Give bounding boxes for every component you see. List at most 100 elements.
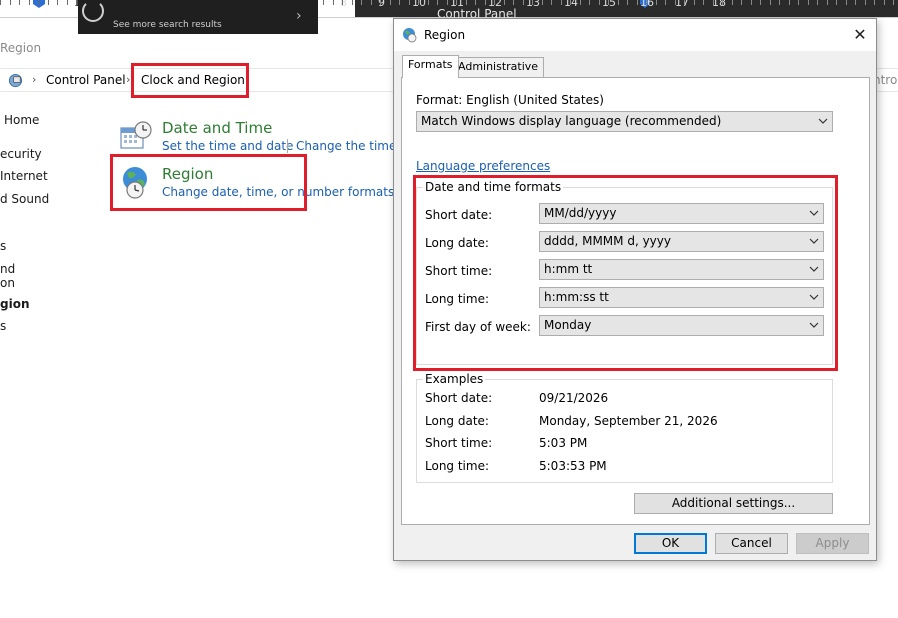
example-long-time-value: 5:03:53 PM [539,459,607,473]
ruler-tick [779,0,780,5]
ruler-tick [504,0,505,5]
ruler-tick [874,0,875,5]
breadcrumb-chevron-icon: › [126,73,131,86]
ruler-tick [893,0,894,5]
highlight-breadcrumb [131,63,249,98]
ruler-tick [798,0,799,5]
ruler-tick [361,0,362,5]
ruler-tick [0,0,1,5]
ruler-tick [741,0,742,5]
format-select-value: Match Windows display language (recommen… [421,114,722,128]
cancel-button[interactable]: Cancel [715,533,788,554]
chevron-right-icon[interactable]: › [296,8,302,24]
chevron-down-icon [818,118,828,124]
example-short-date-value: 09/21/2026 [539,391,609,405]
sidebar-item[interactable]: s [0,319,6,333]
ruler-tick [48,0,49,5]
window-title: Region [0,41,42,55]
ruler-tick [399,0,400,5]
see-more-results-link[interactable]: See more search results [113,20,222,30]
ruler-tick [855,0,856,5]
ruler-tick [751,0,752,5]
ruler-number: 16 [640,0,654,9]
ruler-tick [456,0,457,5]
region-icon [403,28,417,43]
ruler-tick [827,0,828,5]
ruler-tick [513,0,514,5]
ruler-indent-marker[interactable] [33,0,45,8]
link-separator [287,139,288,153]
ruler-tick [675,0,676,5]
close-icon[interactable]: ✕ [849,24,871,46]
examples-title: Examples [423,372,486,386]
sidebar-item[interactable]: Internet [0,169,48,183]
apply-button[interactable]: Apply [796,533,869,554]
search-icon [82,0,104,22]
format-label: Format: English (United States) [416,93,604,107]
tab-formats[interactable]: Formats [402,55,459,78]
ruler-tick [532,0,533,5]
sidebar-item[interactable]: on [0,276,15,290]
ruler-tick [665,0,666,5]
format-select[interactable]: Match Windows display language (recommen… [416,111,833,132]
ruler-tick [475,0,476,5]
ruler-tick [608,0,609,5]
additional-settings-button[interactable]: Additional settings... [634,493,833,514]
ruler-tick [722,0,723,5]
ruler-tick [10,0,11,5]
ruler-tick [694,0,695,5]
ruler-tick [656,0,657,5]
ok-button[interactable]: OK [634,533,707,554]
sidebar-item[interactable]: d Sound [0,192,49,206]
dialog-titlebar[interactable]: Region ✕ [394,19,876,51]
control-panel-icon [8,73,23,88]
highlight-region-category [110,154,307,211]
sidebar-item[interactable]: s [0,239,6,253]
ruler-tick [323,0,324,5]
ruler-number: 18 [712,0,726,9]
search-results-popup[interactable]: See more search results › [78,0,318,34]
ruler-tick [732,0,733,5]
ruler-tick [67,0,68,5]
sidebar-item[interactable]: Home [4,113,39,127]
ruler-tick [684,0,685,5]
calendar-clock-icon [120,121,152,149]
example-short-time-label: Short time: [425,436,493,450]
ruler-tick [57,0,58,5]
ruler-tick [447,0,448,5]
ruler-tick [485,0,486,5]
ruler-tick [627,0,628,5]
example-short-date-label: Short date: [425,391,493,405]
ruler-tick [770,0,771,5]
ruler-tick [561,0,562,5]
ruler-tick [494,0,495,5]
example-short-time-value: 5:03 PM [539,436,588,450]
ruler-number: 10 [412,0,426,9]
ruler-tick [599,0,600,5]
sidebar-item[interactable]: ecurity [0,147,42,161]
ruler-tick [342,0,343,5]
ruler-number: 17 [675,0,689,9]
ruler-tick [884,0,885,5]
ruler-tick [865,0,866,5]
ruler-tick [333,0,334,5]
ruler-tick [466,0,467,5]
set-time-and-date-link[interactable]: Set the time and date [162,139,293,153]
ruler-tick [19,0,20,5]
ruler-tick [29,0,30,5]
tab-administrative[interactable]: Administrative [452,57,545,77]
language-preferences-link[interactable]: Language preferences [416,159,550,173]
ruler-tick [76,0,77,5]
ruler-tick [409,0,410,5]
example-long-time-label: Long time: [425,459,490,473]
sidebar-item-region-current[interactable]: gion [0,297,30,311]
ruler-tick [371,0,372,5]
breadcrumb-chevron-icon: › [32,73,37,86]
ruler-tick [589,0,590,5]
ruler-tick [646,0,647,5]
ruler-number: 13 [526,0,540,9]
sidebar-item[interactable]: nd [0,262,15,276]
ruler-tick [38,0,39,5]
breadcrumb-control-panel[interactable]: Control Panel [46,73,126,87]
date-and-time-title[interactable]: Date and Time [162,119,272,137]
